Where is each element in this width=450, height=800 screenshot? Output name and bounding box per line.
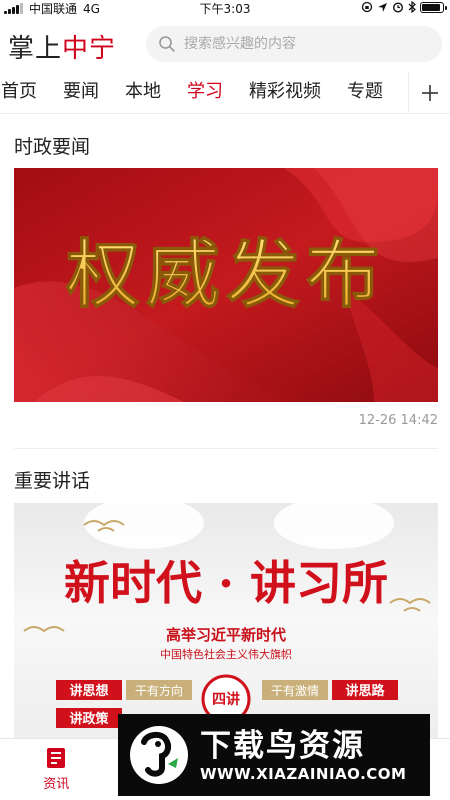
app-logo: 掌上中宁 xyxy=(8,28,116,65)
tab-headlines[interactable]: 要闻 xyxy=(50,78,112,106)
watermark-title: 下载鸟资源 xyxy=(200,728,365,764)
tab-videos[interactable]: 精彩视频 xyxy=(236,78,334,106)
search-icon xyxy=(159,36,175,52)
app-header: 掌上中宁 xyxy=(0,18,450,72)
section-title-politics: 时政要闻 xyxy=(14,136,91,158)
authoritative-release-banner: 权威发布 xyxy=(14,168,438,402)
badge-passion: 干有激情 xyxy=(271,684,319,698)
search-input[interactable] xyxy=(184,36,424,52)
badge-approach: 讲思路 xyxy=(345,683,385,699)
rotation-lock-icon xyxy=(361,1,373,13)
nav-label-news: 资讯 xyxy=(43,777,70,792)
plus-icon xyxy=(421,84,438,101)
badge-policy: 讲政策 xyxy=(69,711,109,727)
location-icon xyxy=(378,2,387,12)
banner-text-authoritative-release: 权威发布 xyxy=(65,232,386,318)
tab-row: 首页 要闻 本地 学习 精彩视频 专题 xyxy=(0,78,396,106)
new-era-lecture-banner: 新时代 · 讲习所 高举习近平新时代 中国特色社会主义伟大旗帜 讲思想 讲政策 … xyxy=(14,503,438,738)
bluetooth-icon xyxy=(408,1,416,13)
bird-logo-icon xyxy=(130,726,188,784)
banner-subtitle-2: 中国特色社会主义伟大旗帜 xyxy=(160,647,292,661)
news-icon xyxy=(47,748,66,768)
badge-think: 讲思想 xyxy=(69,683,108,699)
section-title-speeches: 重要讲话 xyxy=(14,470,91,492)
nav-item-news[interactable]: 资讯 xyxy=(0,739,113,800)
status-right xyxy=(361,1,447,13)
battery-icon xyxy=(420,1,447,13)
watermark-overlay: 下载鸟资源 WWW.XIAZAINIAO.COM xyxy=(118,714,430,796)
tab-topics[interactable]: 专题 xyxy=(334,78,396,106)
banner-title-new-era-lecture: 新时代 · 讲习所 xyxy=(64,556,388,610)
tab-local[interactable]: 本地 xyxy=(112,78,174,106)
add-tab-button[interactable] xyxy=(408,72,450,113)
tab-home[interactable]: 首页 xyxy=(0,78,50,106)
section-divider xyxy=(14,448,438,449)
logo-text-part2: 中宁 xyxy=(62,34,117,64)
center-badge-four-talks: 四讲 xyxy=(212,691,240,708)
watermark-url: WWW.XIAZAINIAO.COM xyxy=(200,765,407,783)
watermark-text: 下载鸟资源 WWW.XIAZAINIAO.COM xyxy=(200,727,406,783)
search-bar[interactable] xyxy=(146,26,442,62)
banner-subtitle: 高举习近平新时代 xyxy=(166,626,286,644)
news-card-new-era-lecture[interactable]: 新时代 · 讲习所 高举习近平新时代 中国特色社会主义伟大旗帜 讲思想 讲政策 … xyxy=(14,503,438,738)
news-card-authoritative-release[interactable]: 权威发布 xyxy=(14,168,438,402)
news-timestamp: 12-26 14:42 xyxy=(358,413,438,428)
alarm-icon xyxy=(392,2,404,13)
logo-text-part1: 掌上 xyxy=(8,34,63,64)
category-tabs: 首页 要闻 本地 学习 精彩视频 专题 xyxy=(0,72,450,114)
tab-study[interactable]: 学习 xyxy=(174,78,236,106)
status-bar: 中国联通 4G 下午3:03 xyxy=(0,0,450,16)
badge-direction: 干有方向 xyxy=(135,683,183,698)
